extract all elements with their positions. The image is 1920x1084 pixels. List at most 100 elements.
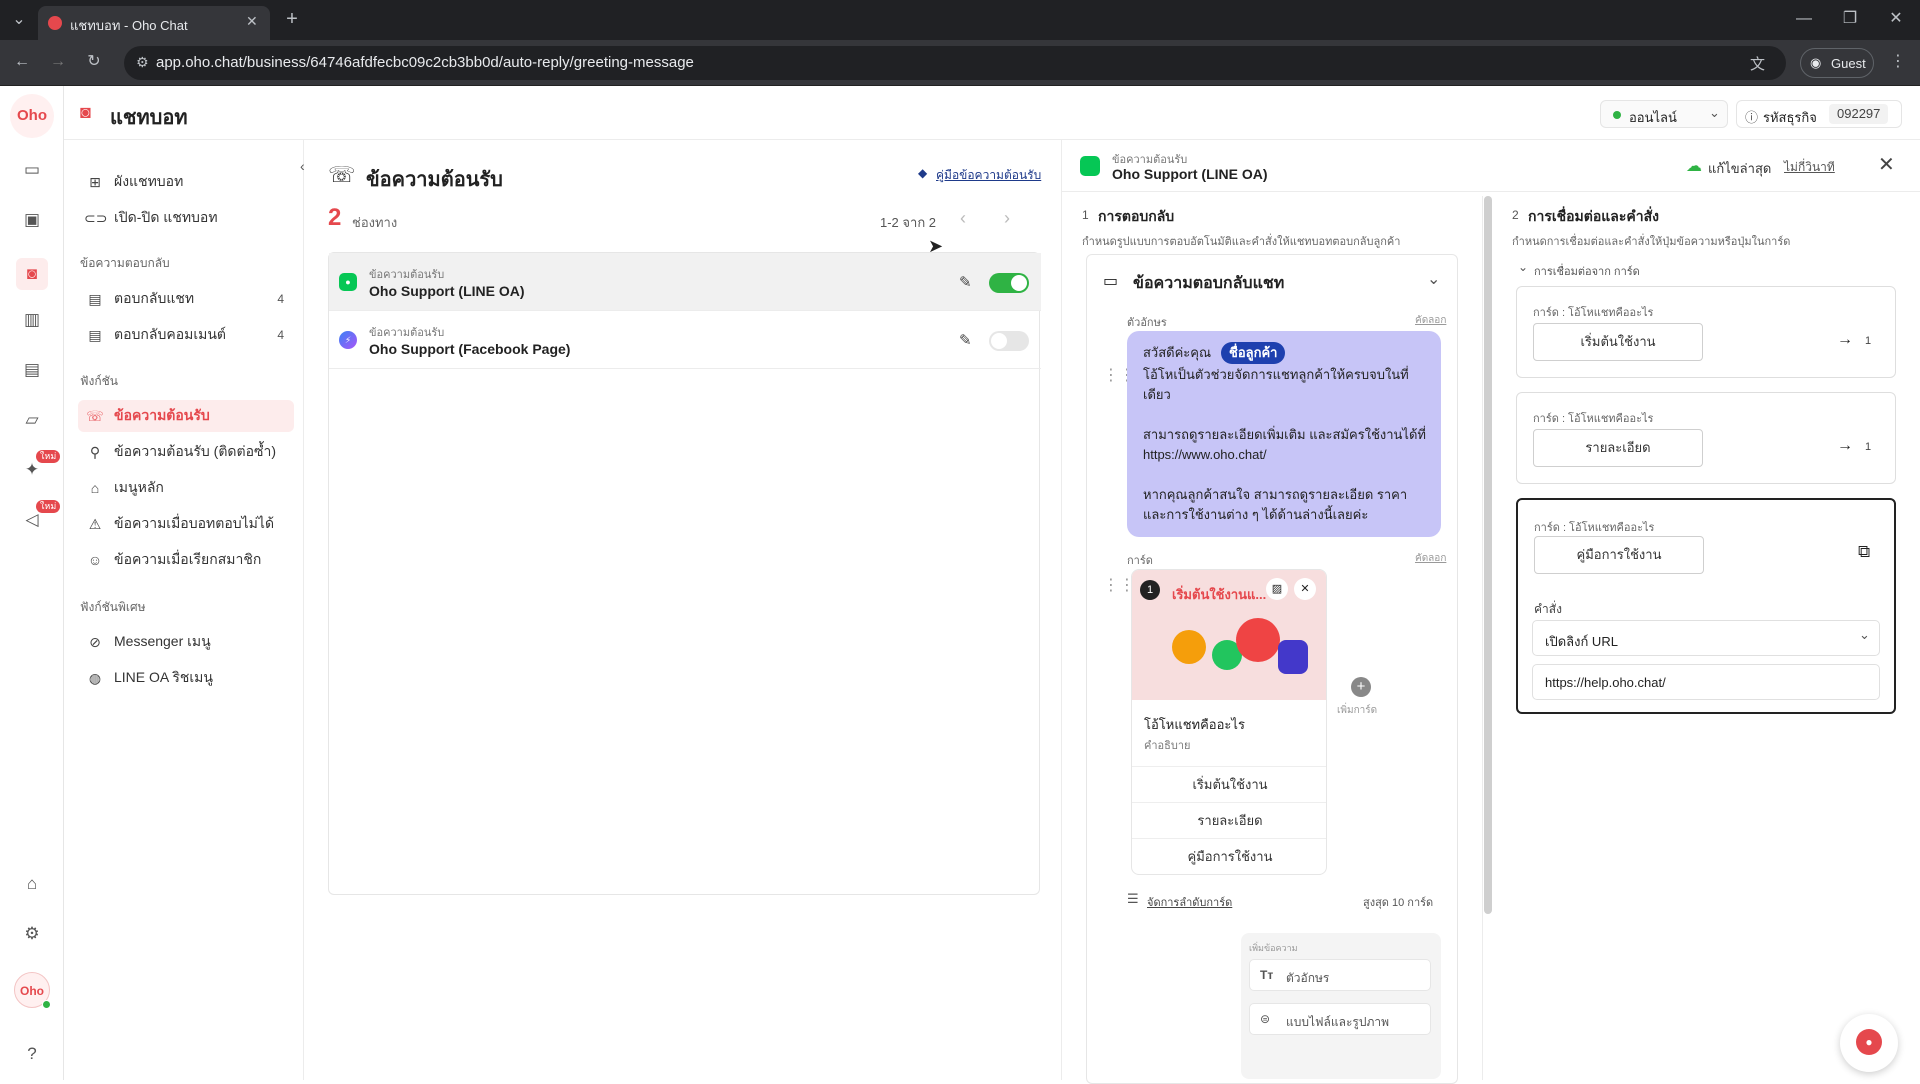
variable-tag[interactable]: ชื่อลูกค้า [1221, 342, 1286, 364]
sidebar-item-call-member[interactable]: ☺ ข้อความเมื่อเรียกสมาชิก [78, 544, 294, 576]
card-button[interactable]: คู่มือการใช้งาน [1132, 838, 1326, 874]
card[interactable]: เริ่มต้นใช้งานแ... 1 ▨ ✕ โอ้โหแชทคืออะไร… [1131, 569, 1327, 875]
add-file-button[interactable]: ⊜ แบบไฟล์และรูปภาพ [1249, 1003, 1431, 1035]
business-code-label: รหัสธุรกิจ [1763, 110, 1817, 125]
remove-card-icon[interactable]: ✕ [1294, 578, 1316, 600]
text-bubble[interactable]: สวัสดีค่ะคุณ ชื่อลูกค้า โอ้โหเป็นตัวช่วย… [1127, 331, 1441, 537]
page-title: แชทบอท [110, 107, 188, 129]
sidebar-item-label: LINE OA ริชเมนู [114, 669, 213, 685]
copy-link[interactable]: คัดลอก [1415, 313, 1446, 328]
brand-logo[interactable]: Oho [10, 94, 54, 138]
browser-tab-bar: ⌄ แชทบอท - Oho Chat ✕ + — ❐ ✕ [0, 0, 1920, 40]
restore-icon[interactable]: ❐ [1840, 9, 1860, 29]
guide-link[interactable]: คู่มือข้อความต้อนรับ [936, 166, 1041, 185]
sidebar-item-comment-reply[interactable]: ▤ ตอบกลับคอมเมนต์ 4 [78, 319, 294, 351]
url-text: app.oho.chat/business/64746afdfecbc09c2c… [156, 54, 694, 71]
tab-title: แชทบอท - Oho Chat [70, 18, 188, 33]
command-value: เปิดลิงก์ URL [1545, 634, 1618, 649]
close-tab-icon[interactable]: ✕ [246, 13, 258, 30]
line-icon [1080, 156, 1100, 176]
sidebar-item-flow[interactable]: ⊞ ผังแชทบอท [78, 166, 294, 198]
enable-toggle[interactable] [989, 331, 1029, 351]
help-icon[interactable]: ? [20, 1042, 44, 1066]
minimize-icon[interactable]: — [1794, 9, 1814, 29]
sidebar-item-chat-reply[interactable]: ▤ ตอบกลับแชท 4 [78, 283, 294, 315]
translate-icon[interactable]: 文 [1750, 53, 1765, 74]
sidebar-item-line-richmenu[interactable]: ◍ LINE OA ริชเมนู [78, 662, 294, 694]
close-window-icon[interactable]: ✕ [1886, 9, 1906, 29]
connection-target[interactable]: 1 [1865, 441, 1871, 453]
connection-button[interactable]: รายละเอียด [1533, 429, 1703, 467]
home-icon: ⌂ [90, 480, 100, 496]
sidebar-section-reply: ข้อความตอบกลับ [80, 256, 170, 270]
copy-link[interactable]: คัดลอก [1415, 551, 1446, 566]
card-desc[interactable]: คำอธิบาย [1144, 736, 1190, 754]
status-select[interactable]: ออนไลน์ ⌄ [1600, 100, 1728, 128]
sidebar-item-toggle-bot[interactable]: ⊂⊃ เปิด-ปิด แชทบอท [78, 202, 294, 234]
scrollbar-thumb[interactable] [1484, 196, 1492, 914]
edit-icon[interactable]: ✎ [959, 273, 972, 291]
sidebar-section-function: ฟังก์ชัน [80, 374, 118, 388]
add-card-label[interactable]: เพิ่มการ์ด [1337, 703, 1377, 718]
line-icon: ● [339, 273, 357, 291]
manage-cards-link[interactable]: จัดการลำดับการ์ด [1147, 893, 1232, 911]
favicon-icon [48, 16, 62, 30]
site-info-icon[interactable]: ⚙ [136, 54, 149, 71]
chatbot-icon: ◙ [80, 102, 91, 122]
sidebar-item-main-menu[interactable]: ⌂ เมนูหลัก [78, 472, 294, 504]
bubble-greeting: สวัสดีค่ะคุณ [1143, 345, 1212, 360]
analytics-icon[interactable]: ▥ [20, 308, 44, 332]
connection-card: การ์ด : โอ้โหแชทคืออะไร รายละเอียด → 1 [1516, 392, 1896, 484]
sidebar-item-messenger-menu[interactable]: ⊘ Messenger เมนู [78, 626, 294, 658]
back-icon[interactable]: ← [10, 52, 34, 72]
list-item[interactable]: ● ข้อความต้อนรับ Oho Support (LINE OA) ✎ [329, 253, 1041, 311]
profile-button[interactable]: ◉ Guest [1800, 48, 1874, 78]
list-icon: ☰ [1127, 891, 1139, 906]
reload-icon[interactable]: ↻ [82, 52, 106, 72]
new-tab-icon[interactable]: + [282, 9, 302, 29]
folder-icon[interactable]: ▱ [20, 408, 44, 432]
add-text-button[interactable]: Tт ตัวอักษร [1249, 959, 1431, 991]
contacts-icon[interactable]: ▣ [20, 208, 44, 232]
chat-icon[interactable]: ▭ [20, 158, 44, 182]
prev-page-icon[interactable]: ‹ [960, 208, 966, 229]
card-title[interactable]: โอ้โหแชทคืออะไร [1144, 714, 1245, 735]
browser-tab[interactable]: แชทบอท - Oho Chat ✕ [38, 6, 270, 40]
image-upload-icon[interactable]: ▨ [1266, 578, 1288, 600]
command-select[interactable]: เปิดลิงก์ URL ⌄ [1532, 620, 1880, 656]
online-dot [42, 1000, 51, 1009]
edit-icon[interactable]: ✎ [959, 331, 972, 349]
forward-icon[interactable]: → [46, 52, 70, 72]
sidebar-item-greeting-repeat[interactable]: ⚲ ข้อความต้อนรับ (ติดต่อซ้ำ) [78, 436, 294, 468]
browser-menu-icon[interactable]: ⋮ [1888, 52, 1908, 72]
url-input[interactable]: https://help.oho.chat/ [1532, 664, 1880, 700]
step-desc: กำหนดรูปแบบการตอบอัตโนมัติและคำสั่งให้แช… [1082, 236, 1401, 248]
academy-icon[interactable]: ⌂ [20, 872, 44, 896]
chatbot-icon[interactable]: ◙ [16, 258, 48, 290]
card-button[interactable]: รายละเอียด [1132, 802, 1326, 838]
connection-button[interactable]: คู่มือการใช้งาน [1534, 536, 1704, 574]
connection-target[interactable]: 1 [1865, 335, 1871, 347]
url-field[interactable]: ⚙ app.oho.chat/business/64746afdfecbc09c… [124, 46, 1786, 80]
card-button[interactable]: เริ่มต้นใช้งาน [1132, 766, 1326, 802]
close-icon[interactable]: ✕ [1878, 152, 1895, 177]
external-link-icon[interactable]: ⧉ [1858, 542, 1870, 562]
business-code-value[interactable]: 092297 [1829, 104, 1889, 124]
settings-icon[interactable]: ⚙ [20, 922, 44, 946]
support-chat-button[interactable]: ● [1840, 1014, 1898, 1072]
list-item[interactable]: ⚡ ข้อความต้อนรับ Oho Support (Facebook P… [329, 311, 1041, 369]
tab-list-icon[interactable]: ⌄ [8, 10, 30, 30]
connection-label: การ์ด : โอ้โหแชทคืออะไร [1533, 307, 1654, 319]
sidebar-item-greeting[interactable]: ☏ ข้อความต้อนรับ [78, 400, 294, 432]
address-bar: ← → ↻ ⚙ app.oho.chat/business/64746afdfe… [0, 40, 1920, 86]
next-page-icon[interactable]: › [1004, 208, 1010, 229]
chevron-down-icon[interactable]: ⌄ [1518, 260, 1528, 274]
add-card-icon[interactable]: + [1351, 677, 1371, 697]
clipboard-icon[interactable]: ▤ [20, 358, 44, 382]
cloud-check-icon: ☁ [1686, 158, 1702, 175]
sidebar-item-fallback[interactable]: ⚠ ข้อความเมื่อบอทตอบไม่ได้ [78, 508, 294, 540]
flow-icon: ⊞ [89, 173, 101, 190]
enable-toggle[interactable] [989, 273, 1029, 293]
chevron-down-icon[interactable]: ⌄ [1427, 269, 1440, 289]
connection-button[interactable]: เริ่มต้นใช้งาน [1533, 323, 1703, 361]
